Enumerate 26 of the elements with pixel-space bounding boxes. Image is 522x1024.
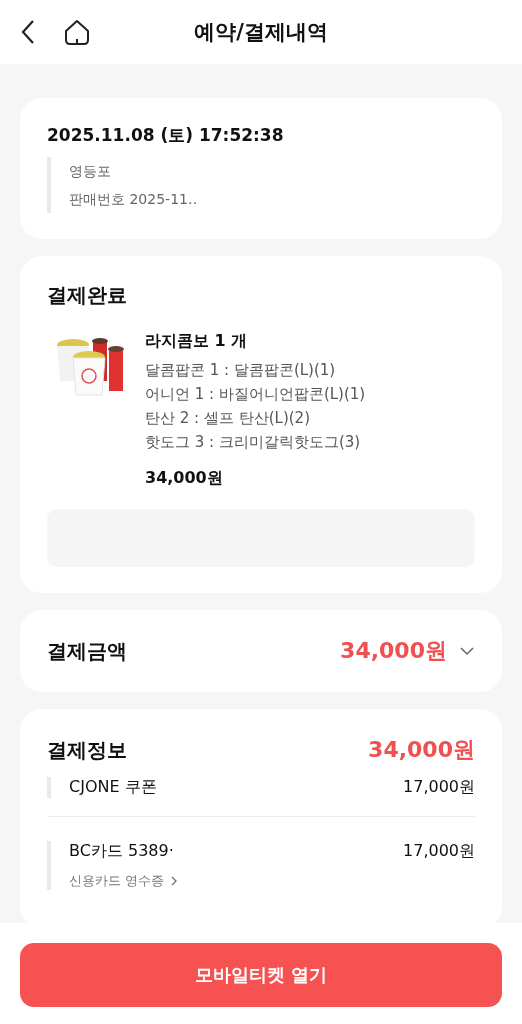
payment-amount: 17,000원	[403, 777, 475, 798]
section-title: 결제정보	[47, 736, 127, 764]
open-ticket-button[interactable]: 모바일티켓 열기	[20, 943, 502, 1007]
receipt-link[interactable]: 신용카드 영수증	[69, 872, 179, 890]
item-option: 핫도그 3 : 크리미갈릭핫도그(3)	[145, 430, 366, 454]
payment-method: CJONE 쿠폰	[69, 777, 157, 798]
chevron-icon	[170, 875, 179, 887]
payment-method: BC카드 5389·	[69, 841, 174, 862]
total-amount: 34,000원	[340, 637, 447, 665]
item-option: 탄산 2 : 셀프 탄산(L)(2)	[145, 406, 366, 430]
order-detail: 판매번호 2025-11‥	[69, 190, 199, 209]
back-icon[interactable]	[20, 19, 36, 45]
item-price: 34,000원	[145, 468, 224, 489]
item-name: 라지콤보 1 개	[145, 331, 249, 352]
chevron-icon[interactable]	[459, 646, 475, 656]
section-title: 결제금액	[47, 637, 127, 665]
amount-card[interactable]: 결제금액 34,000원	[20, 610, 502, 692]
item-option: 달콤팝콘 1 : 달콤팝콘(L)(1)	[145, 358, 366, 382]
payment-total: 34,000원	[368, 736, 475, 764]
payment-amount: 17,000원	[403, 841, 475, 862]
order-detail: 영등포	[69, 162, 112, 181]
home-icon[interactable]	[62, 17, 92, 47]
order-datetime: 2025.11.08 (토) 17:52:38	[47, 124, 285, 147]
section-title: 결제완료	[47, 282, 128, 309]
page-title: 예약/결제내역	[194, 19, 328, 46]
item-option: 어니언 1 : 바질어니언팝콘(L)(1)	[145, 382, 366, 406]
